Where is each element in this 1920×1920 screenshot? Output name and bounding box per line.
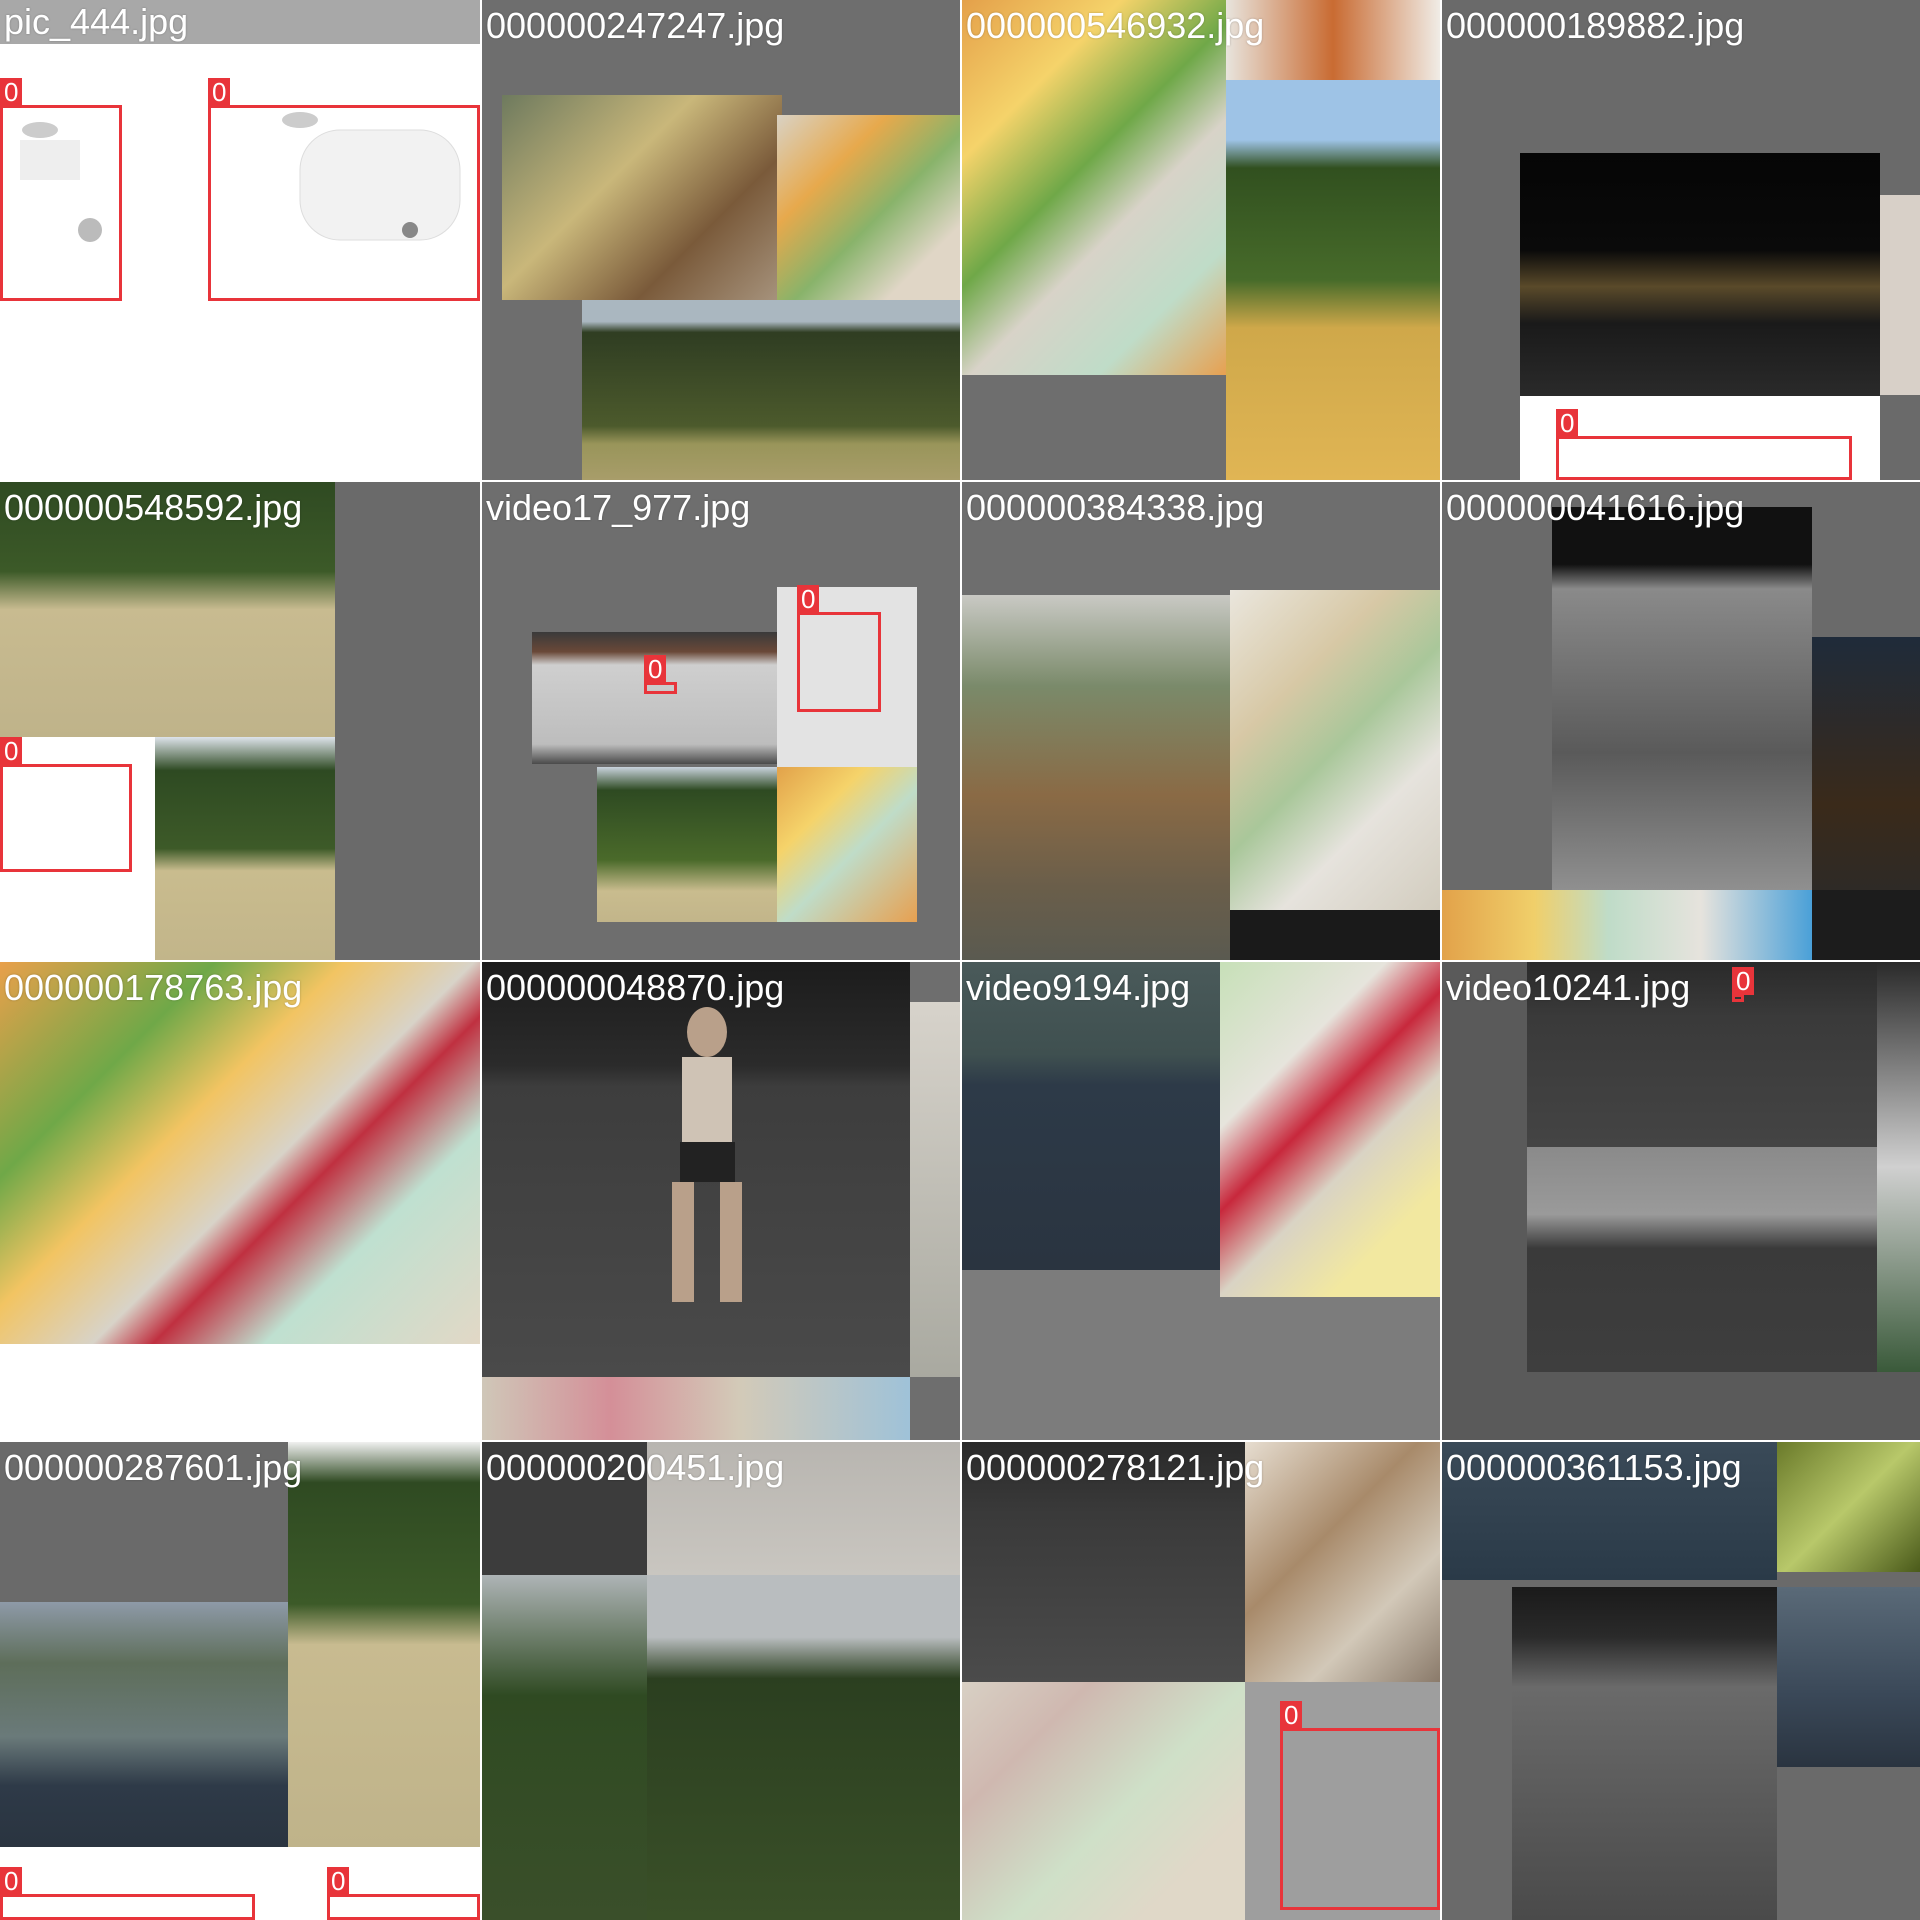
tile-filename: 000000048870.jpg [486,967,785,1008]
class-label: 0 [327,1867,350,1895]
tile-16: 000000361153.jpg [1442,1442,1920,1920]
class-label: 0 [1732,967,1755,995]
tile-3: 000000546932.jpg [962,0,1440,480]
tile-filename: video17_977.jpg [486,487,751,528]
class-label: 0 [0,1867,23,1895]
tile-filename: 000000287601.jpg [4,1447,303,1488]
detection-box: 0 [0,78,122,301]
tile-5: 0 000000548592.jpg [0,482,480,960]
detection-box: 0 [0,1867,255,1920]
detection-box: 0 [208,78,480,301]
tile-filename: 000000278121.jpg [966,1447,1265,1488]
tile-filename: video10241.jpg [1446,967,1691,1008]
class-label: 0 [0,78,23,106]
tile-14: 000000200451.jpg [482,1442,960,1920]
class-label: 0 [1280,1701,1303,1729]
tile-filename: video9194.jpg [966,967,1191,1008]
tile-2: 000000247247.jpg [482,0,960,480]
tile-filename: 000000200451.jpg [486,1447,785,1488]
tile-1: pic_444.jpg 0 0 [0,0,480,480]
detection-box: 0 [644,655,677,694]
tile-13: 0 0 000000287601.jpg [0,1442,480,1920]
tile-12: 0 video10241.jpg [1442,962,1920,1440]
tile-filename: 000000548592.jpg [4,487,303,528]
tile-filename: 000000041616.jpg [1446,487,1745,528]
detection-box: 0 [1732,967,1755,1002]
class-label: 0 [208,78,231,106]
tile-filename: 000000361153.jpg [1446,1447,1742,1488]
tile-filename: pic_444.jpg [0,0,480,44]
tile-filename: 000000384338.jpg [966,487,1265,528]
tile-8: 000000041616.jpg [1442,482,1920,960]
detection-box: 0 [1556,409,1852,480]
tile-15: 0 000000278121.jpg [962,1442,1440,1920]
tile-filename: 000000189882.jpg [1446,5,1745,46]
class-label: 0 [797,585,820,613]
detection-box: 0 [327,1867,480,1920]
detection-box: 0 [797,585,881,712]
tile-filename: 000000546932.jpg [966,5,1265,46]
tile-7: 000000384338.jpg [962,482,1440,960]
detection-box: 0 [1280,1701,1440,1910]
mosaic-grid: pic_444.jpg 0 0 000000247247.jpg 0000005… [0,0,1920,1920]
tile-filename: 000000247247.jpg [486,5,785,46]
class-label: 0 [644,655,667,683]
tennis-player-image [672,1007,742,1302]
tile-10: 000000048870.jpg [482,962,960,1440]
tile-11: video9194.jpg [962,962,1440,1440]
tile-filename: 000000178763.jpg [4,967,303,1008]
detection-box: 0 [0,737,132,872]
tile-4: 0 000000189882.jpg [1442,0,1920,480]
tile-6: 0 0 video17_977.jpg [482,482,960,960]
class-label: 0 [0,737,23,765]
class-label: 0 [1556,409,1579,437]
tile-9: 000000178763.jpg [0,962,480,1440]
